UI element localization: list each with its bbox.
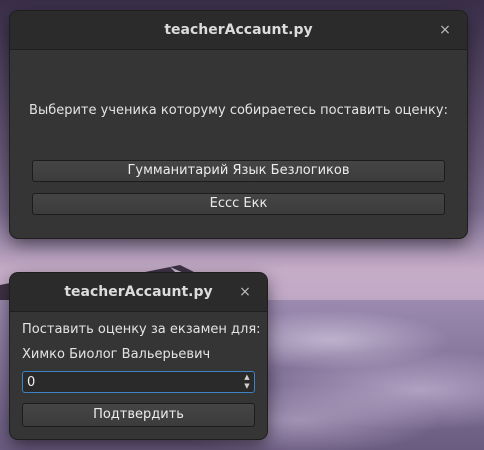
grade-entry-window: teacherAccaunt.py × Поставить оценку за … <box>10 273 267 439</box>
spin-arrows[interactable]: ▲ ▼ <box>241 373 253 391</box>
window-title: teacherAccaunt.py <box>64 284 213 300</box>
grade-input[interactable] <box>27 373 227 391</box>
close-icon[interactable]: × <box>437 22 453 38</box>
student-button[interactable]: Ессс Екк <box>32 193 445 215</box>
spin-up-icon[interactable]: ▲ <box>241 373 253 382</box>
window-title: teacherAccaunt.py <box>164 22 313 38</box>
student-select-window: teacherAccaunt.py × Выберите ученика кот… <box>10 11 467 238</box>
grade-spinbox[interactable]: ▲ ▼ <box>22 371 255 393</box>
select-prompt: Выберите ученика которуму собираетесь по… <box>29 103 448 118</box>
confirm-button[interactable]: Подтвердить <box>22 403 255 427</box>
student-name: Химко Биолог Вальерьевич <box>22 347 211 362</box>
student-button[interactable]: Гумманитарий Язык Безлогиков <box>32 160 445 182</box>
titlebar: teacherAccaunt.py × <box>10 273 267 312</box>
titlebar: teacherAccaunt.py × <box>10 11 467 50</box>
exam-grade-label: Поставить оценку за екзамен для: <box>22 322 261 337</box>
close-icon[interactable]: × <box>237 284 253 300</box>
spin-down-icon[interactable]: ▼ <box>241 382 253 391</box>
